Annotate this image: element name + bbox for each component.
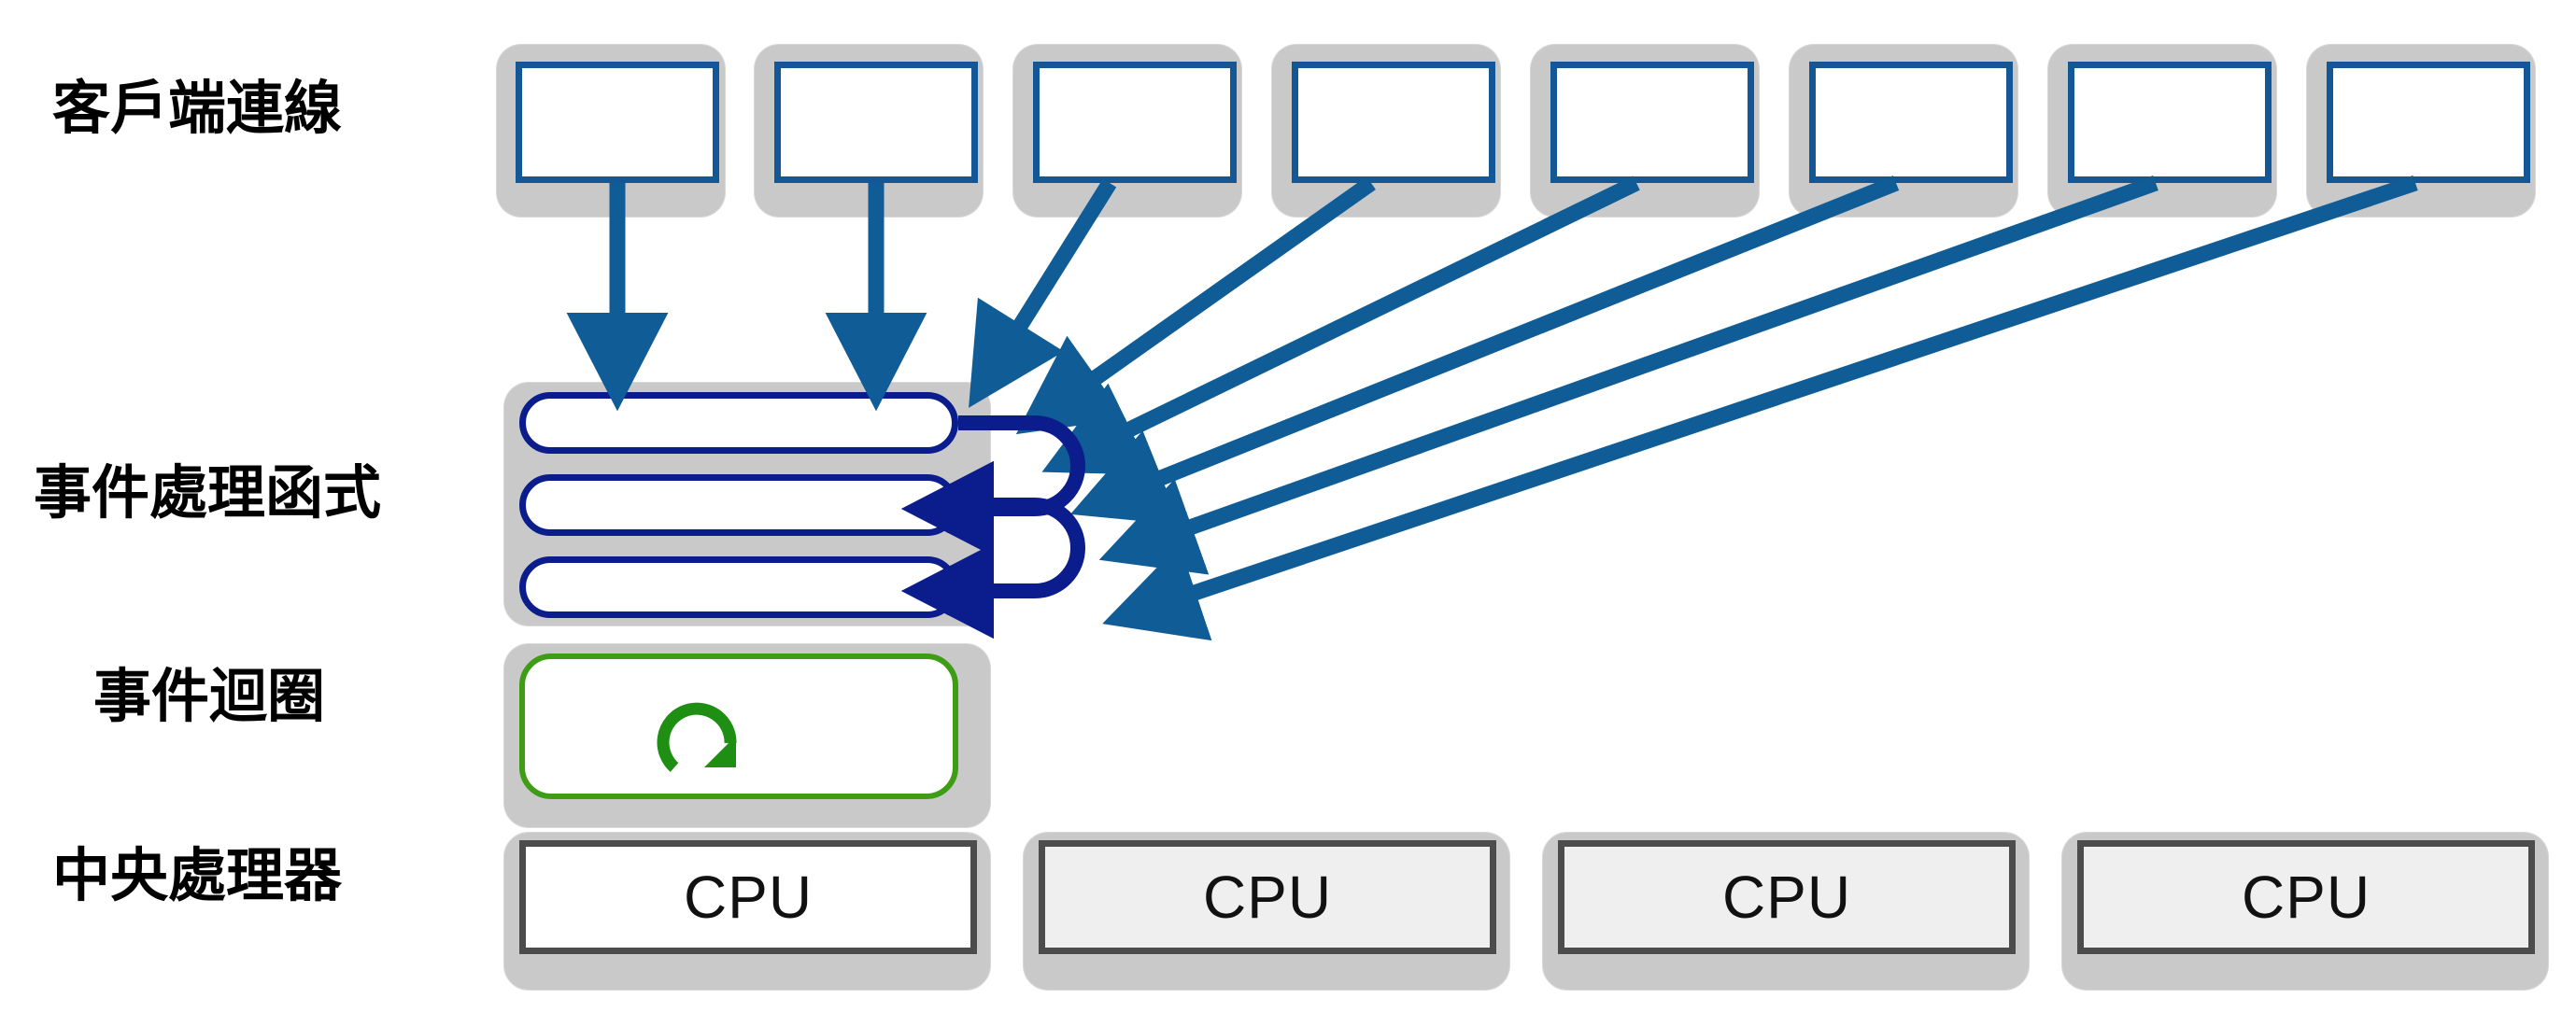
- diagram-canvas: 客戶端連線 事件處理函式 事件迴圈 中央處理器 CPU CPU CPU CPU: [0, 0, 2576, 1026]
- client-connection-1[interactable]: [516, 62, 719, 183]
- cpu-box-2[interactable]: CPU: [1039, 840, 1496, 954]
- client-connection-5[interactable]: [1550, 62, 1754, 183]
- client-connection-4[interactable]: [1292, 62, 1495, 183]
- row-label-handlers: 事件處理函式: [34, 461, 382, 526]
- event-loop-box[interactable]: [519, 654, 958, 799]
- event-handler-3[interactable]: [519, 556, 958, 618]
- client-connection-3[interactable]: [1033, 62, 1237, 183]
- client-connection-6[interactable]: [1809, 62, 2013, 183]
- arrow-client-6-to-handler: [1069, 176, 1900, 526]
- loop-arrow-icon: [657, 702, 737, 772]
- client-connection-2[interactable]: [774, 62, 978, 183]
- client-connection-7[interactable]: [2068, 62, 2272, 183]
- cpu-box-3[interactable]: CPU: [1558, 840, 2016, 954]
- event-handler-1[interactable]: [519, 392, 958, 454]
- arrow-client-5-to-handler: [1041, 176, 1640, 475]
- event-handler-2[interactable]: [519, 474, 958, 536]
- cpu-box-4[interactable]: CPU: [2077, 840, 2535, 954]
- cpu-box-1[interactable]: CPU: [519, 840, 977, 954]
- client-connection-8[interactable]: [2327, 62, 2530, 183]
- row-label-cpus: 中央處理器: [52, 844, 343, 908]
- arrow-client-7-to-handler: [1098, 175, 2158, 575]
- arrow-client-8-to-handler: [1102, 175, 2418, 641]
- row-label-event-loop: 事件迴圈: [93, 665, 326, 729]
- row-label-clients: 客戶端連線: [52, 77, 343, 141]
